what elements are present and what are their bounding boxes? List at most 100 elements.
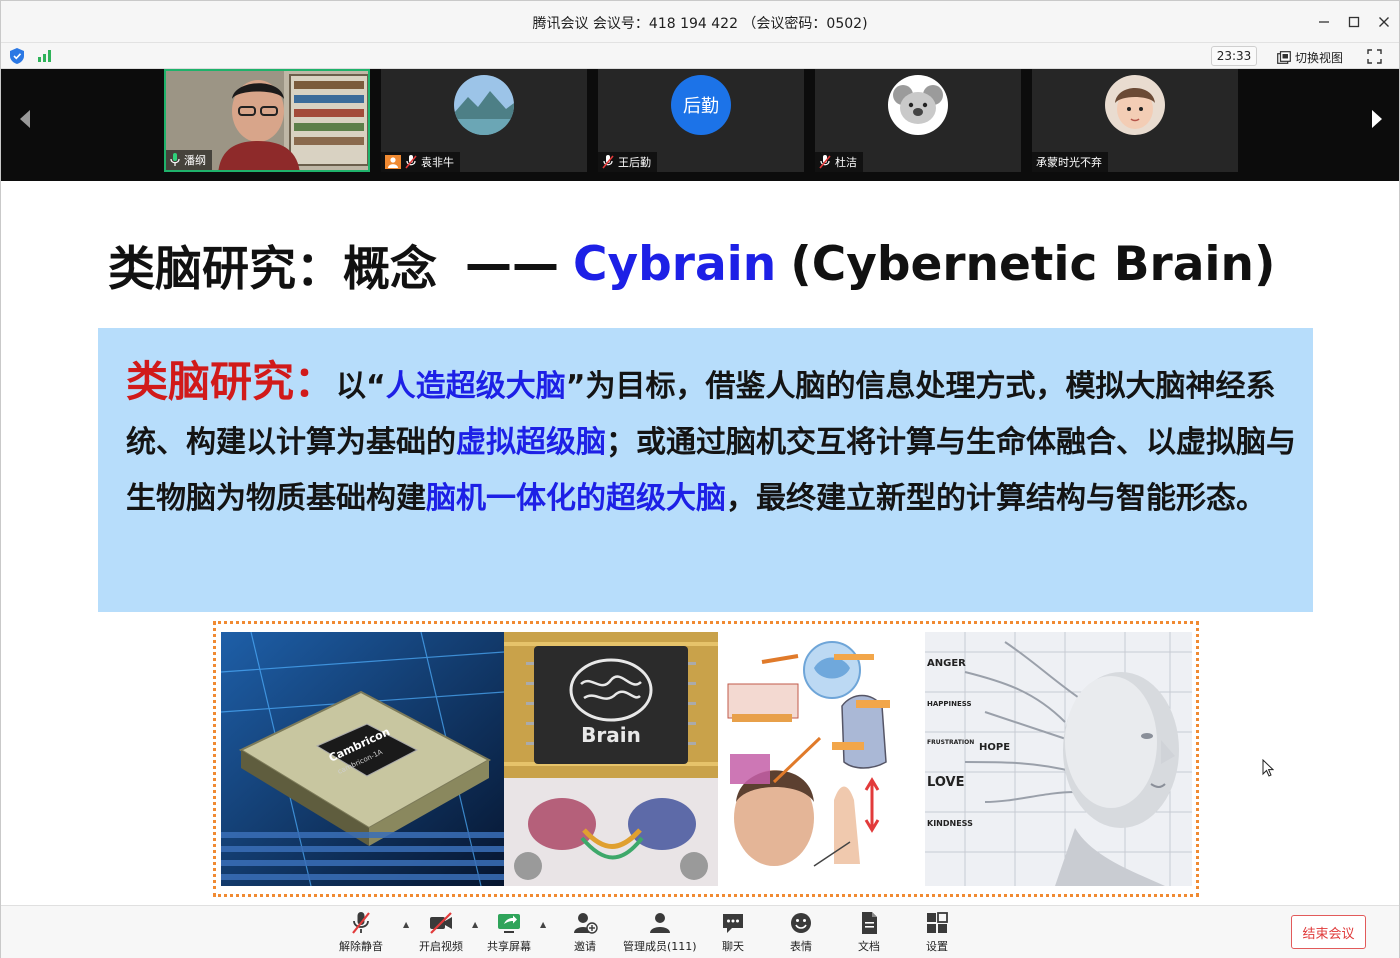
definition-segment: ，最终建立新型的计算结构与智能形态。 [726,481,1266,516]
audio-options-caret[interactable]: ▲ [403,920,409,929]
documents-button[interactable]: 文档 [856,911,882,954]
slide-title-cybrain: Cybrain [573,236,777,292]
chevron-right-icon [1372,110,1382,128]
word-label: FRUSTRATION [927,739,974,746]
participant-avatar: 后勤 [671,75,731,135]
participant-avatar [888,75,948,135]
participant-tile-5[interactable]: 承蒙时光不弃 [1032,69,1238,172]
fullscreen-icon[interactable] [1367,49,1382,64]
shared-slide: 类脑研究：概念 —— Cybrain (Cybernetic Brain) 类脑… [10,181,1390,905]
definition-highlight: 人造超级大脑 [385,369,566,404]
definition-highlight: 脑机一体化的超级大脑 [426,481,726,516]
strip-prev-button[interactable] [13,99,37,139]
strip-next-button[interactable] [1365,99,1389,139]
network-signal-icon[interactable] [38,49,54,62]
mouse-cursor-icon [1262,759,1274,777]
participant-tile-3[interactable]: 后勤 王后勤 [598,69,804,172]
word-label: KINDNESS [927,819,973,828]
settings-label: 设置 [926,940,948,953]
invite-label: 邀请 [574,940,596,953]
participant-name: 杜洁 [835,156,857,169]
chat-label: 聊天 [722,940,744,953]
switch-view-button[interactable]: 切换视图 [1277,47,1343,67]
meeting-timer: 23:33 [1211,46,1257,66]
share-screen-button[interactable]: 共享屏幕 [487,911,531,954]
share-options-caret[interactable]: ▲ [540,920,546,929]
minimize-icon [1319,21,1329,23]
word-label: HAPPINESS [927,700,972,708]
koala-avatar-image [888,75,948,135]
manage-members-label: 管理成员(111) [623,940,697,953]
participant-nameplate: 承蒙时光不弃 [1032,152,1108,172]
brain-chip-image: Brain [504,632,718,778]
participant-name: 袁非牛 [421,156,454,169]
word-label: HOPE [979,742,1010,753]
participant-nameplate: 潘纲 [166,150,212,170]
participant-tile-2[interactable]: 袁非牛 [381,69,587,172]
participant-nameplate: 杜洁 [815,152,863,172]
reactions-button[interactable]: 表情 [788,911,814,954]
brain-chip-label: Brain [581,723,641,747]
status-bar: 23:33 切换视图 [1,43,1399,69]
slide-title-dash: —— [465,236,559,292]
chat-button[interactable]: 聊天 [720,911,746,954]
unmute-button[interactable]: 解除静音 [339,911,383,954]
maximize-button[interactable] [1341,9,1367,35]
definition-label: 类脑研究： [126,357,337,406]
slide-title-english: (Cybernetic Brain) [790,236,1276,292]
mic-muted-icon [352,912,370,934]
video-options-caret[interactable]: ▲ [472,920,478,929]
invite-button[interactable]: 邀请 [572,911,598,954]
word-label: LOVE [927,775,964,790]
participant-avatar [1105,75,1165,135]
share-screen-label: 共享屏幕 [487,940,531,953]
meeting-window: 腾讯会议 会议号：418 194 422 （会议密码：0502) 23:33 切… [0,0,1400,958]
brain-chip-graphic: Brain [504,632,718,778]
definition-highlight: 虚拟超级脑 [456,425,606,460]
user-icon [385,155,401,169]
participant-avatar [454,75,514,135]
video-off-icon [430,912,452,934]
word-label: ANGER [927,658,966,669]
settings-button[interactable]: 设置 [924,911,950,954]
participant-tile-1[interactable]: 潘纲 [164,69,370,172]
participant-nameplate: 袁非牛 [381,152,460,172]
meeting-toolbar: 解除静音 ▲ 开启视频 ▲ 共享屏幕 ▲ 邀请 管理成员(111) 聊天 表情 … [1,905,1399,958]
manage-members-button[interactable]: 管理成员(111) [623,911,697,954]
mic-on-icon [170,153,180,166]
members-icon [649,913,670,933]
share-screen-icon [498,914,520,933]
slide-title-chinese: 类脑研究：概念 [108,241,437,297]
video-strip: 潘纲 袁非牛 后勤 王后勤 杜洁 承蒙时光不弃 [1,69,1399,181]
switch-view-icon [1277,50,1291,64]
child-avatar-image [1105,75,1165,135]
unmute-label: 解除静音 [339,940,383,953]
participant-name: 潘纲 [184,154,206,167]
brain-computer-interface-image [722,632,925,886]
illustration-panel: Cambricon cambricon-1A Brain ANGER HAPPI… [213,621,1199,897]
cambricon-chip-graphic: Cambricon cambricon-1A [221,632,504,886]
definition-segment: 以“ [336,369,386,404]
maximize-icon [1348,16,1360,28]
close-button[interactable] [1371,9,1397,35]
brain-connection-graphic [504,778,718,886]
participant-name: 承蒙时光不弃 [1036,156,1102,169]
invite-icon [574,913,598,934]
participant-name: 王后勤 [618,156,651,169]
bci-diagram-graphic [722,632,925,886]
window-title: 腾讯会议 会议号：418 194 422 （会议密码：0502) [532,16,868,32]
minimize-button[interactable] [1311,9,1337,35]
documents-label: 文档 [858,940,880,953]
close-icon [1379,17,1389,27]
chevron-left-icon [20,110,30,128]
security-shield-icon[interactable] [10,48,24,64]
mic-muted-icon [405,155,417,169]
participant-tile-4[interactable]: 杜洁 [815,69,1021,172]
mic-muted-icon [819,155,831,169]
start-video-button[interactable]: 开启视频 [419,911,463,954]
reactions-label: 表情 [790,940,812,953]
mic-muted-icon [602,155,614,169]
switch-view-label: 切换视图 [1295,50,1344,65]
robot-head-graphic: ANGER HAPPINESS FRUSTRATION HOPE LOVE KI… [925,632,1192,886]
end-meeting-button[interactable]: 结束会议 [1291,915,1366,949]
